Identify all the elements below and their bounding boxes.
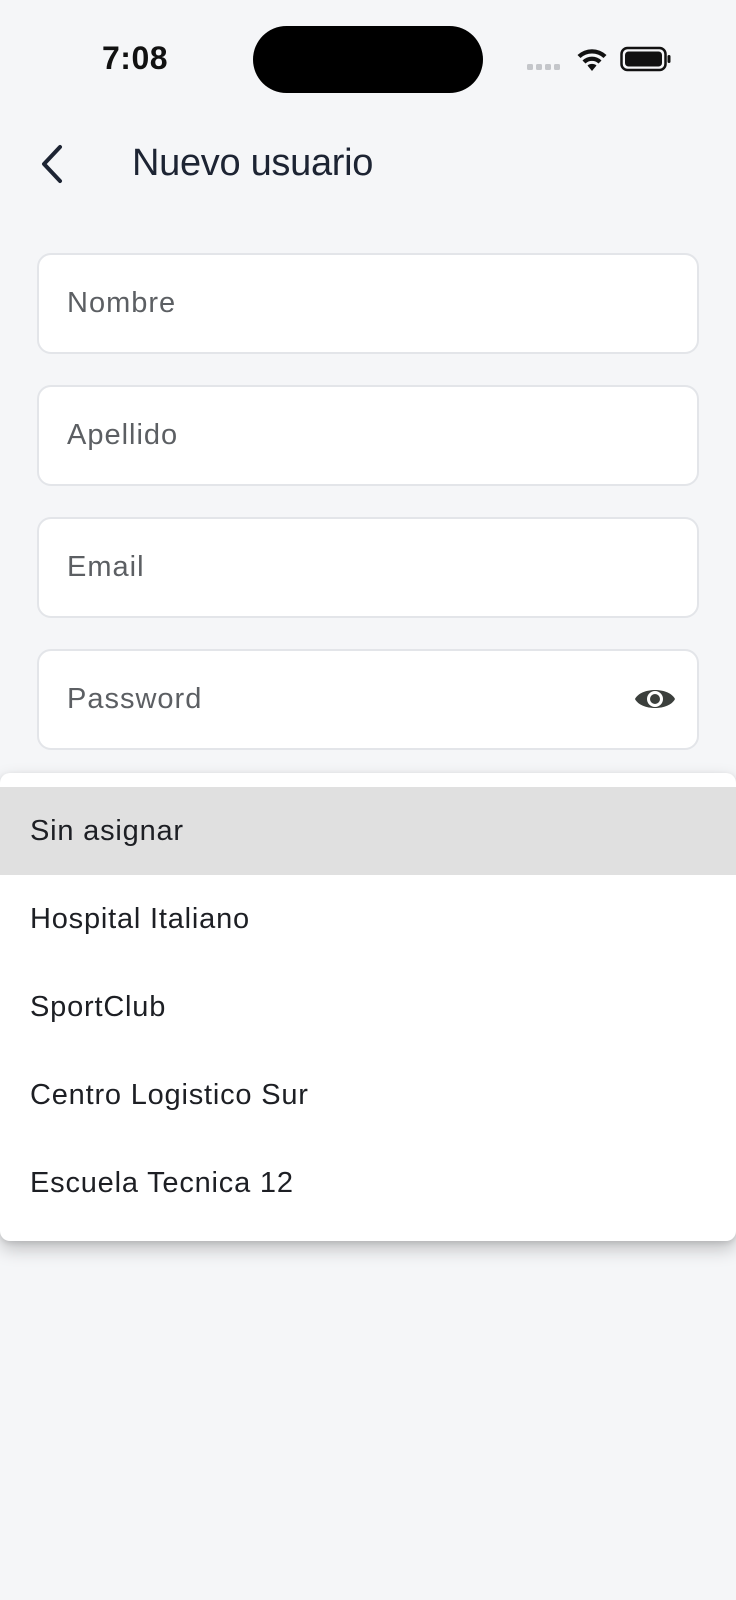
eye-icon[interactable]: [633, 681, 677, 717]
battery-icon: [620, 46, 671, 72]
nombre-field[interactable]: [37, 253, 699, 354]
status-bar: 7:08: [0, 0, 736, 110]
app-bar: Nuevo usuario: [0, 120, 736, 210]
cellular-signal-icon: [527, 64, 560, 70]
dropdown-option-sin-asignar[interactable]: Sin asignar: [0, 787, 736, 875]
chevron-left-icon: [42, 145, 62, 183]
dropdown-option-sportclub[interactable]: SportClub: [0, 963, 736, 1051]
status-time: 7:08: [102, 40, 169, 76]
dropdown-options: Sin asignar Hospital Italiano SportClub …: [0, 787, 736, 1227]
apellido-input[interactable]: [67, 387, 627, 484]
dropdown-option-escuela-tecnica-12[interactable]: Escuela Tecnica 12: [0, 1139, 736, 1227]
dynamic-island: [253, 26, 483, 93]
dropdown-option-hospital-italiano[interactable]: Hospital Italiano: [0, 875, 736, 963]
password-input[interactable]: [67, 651, 627, 748]
password-field[interactable]: [37, 649, 699, 750]
email-input[interactable]: [67, 519, 627, 616]
dropdown-option-centro-logistico-sur[interactable]: Centro Logistico Sur: [0, 1051, 736, 1139]
page-title: Nuevo usuario: [132, 142, 374, 184]
wifi-icon: [577, 49, 607, 71]
organization-dropdown-menu: Sin asignar Hospital Italiano SportClub …: [0, 773, 736, 1241]
email-field[interactable]: [37, 517, 699, 618]
apellido-field[interactable]: [37, 385, 699, 486]
nombre-input[interactable]: [67, 255, 627, 352]
back-button[interactable]: [28, 140, 76, 188]
